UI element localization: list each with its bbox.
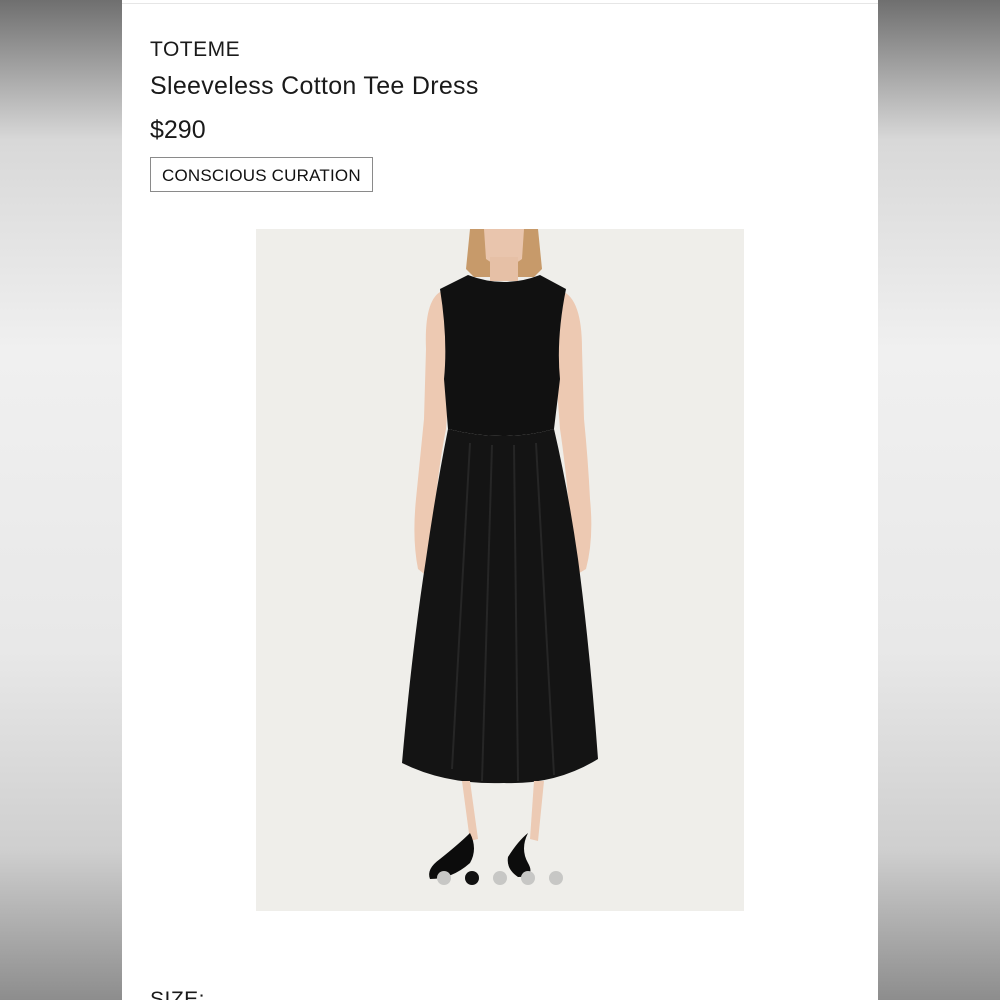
carousel-dots xyxy=(256,871,744,885)
product-price: $290 xyxy=(150,116,206,144)
product-page: TOTEME Sleeveless Cotton Tee Dress $290 … xyxy=(122,0,878,1000)
left-blurred-margin xyxy=(0,0,122,1000)
conscious-curation-badge[interactable]: CONSCIOUS CURATION xyxy=(150,157,373,192)
carousel-dot-active[interactable] xyxy=(465,871,479,885)
product-title: Sleeveless Cotton Tee Dress xyxy=(150,72,479,100)
carousel-dot[interactable] xyxy=(549,871,563,885)
right-leg-shape xyxy=(530,781,544,841)
dress-bodice-shape xyxy=(440,275,566,436)
carousel-dot[interactable] xyxy=(521,871,535,885)
product-photo xyxy=(402,229,598,879)
left-leg-shape xyxy=(462,781,478,841)
carousel-dot[interactable] xyxy=(437,871,451,885)
top-divider xyxy=(122,3,878,4)
right-blurred-margin xyxy=(878,0,1000,1000)
brand-name[interactable]: TOTEME xyxy=(150,38,240,62)
neck-shape xyxy=(490,257,518,281)
carousel-dot[interactable] xyxy=(493,871,507,885)
product-image-carousel[interactable] xyxy=(256,229,744,911)
size-label: SIZE: xyxy=(150,988,206,1000)
